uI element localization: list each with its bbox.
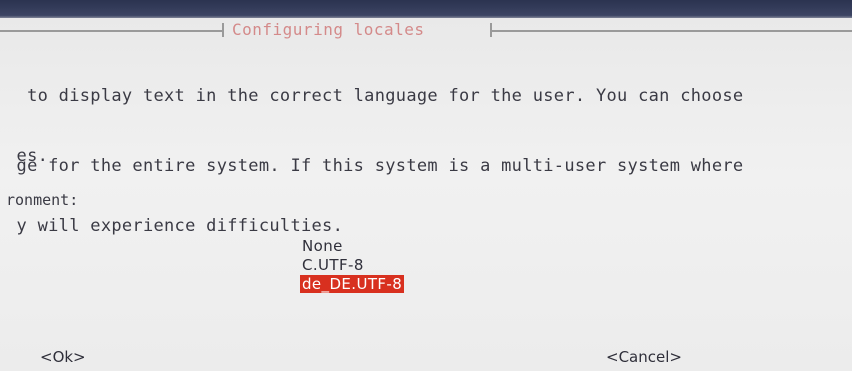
dialog-frame-top-left: [0, 30, 224, 32]
description-line: to display text in the correct language …: [6, 86, 744, 106]
ok-button[interactable]: <Ok>: [40, 348, 86, 366]
dialog-title: Configuring locales: [232, 20, 425, 39]
dialog-frame-top-right: [492, 30, 852, 32]
description-line: ge for the entire system. If this system…: [6, 156, 744, 176]
environment-prompt: ronment:: [6, 191, 79, 209]
locale-option-none[interactable]: None: [300, 237, 345, 255]
cancel-button[interactable]: <Cancel>: [606, 348, 682, 366]
locales-dialog: Configuring locales to display text in t…: [0, 18, 852, 371]
locale-option-de-de-utf8[interactable]: de_DE.UTF-8: [300, 275, 405, 293]
description-paragraph-2: ge for the entire system. If this system…: [6, 116, 744, 276]
dialog-frame-title-left-edge: [222, 23, 224, 37]
description-line: y will experience difficulties.: [6, 216, 344, 236]
locale-option-c-utf8[interactable]: C.UTF-8: [300, 256, 366, 274]
